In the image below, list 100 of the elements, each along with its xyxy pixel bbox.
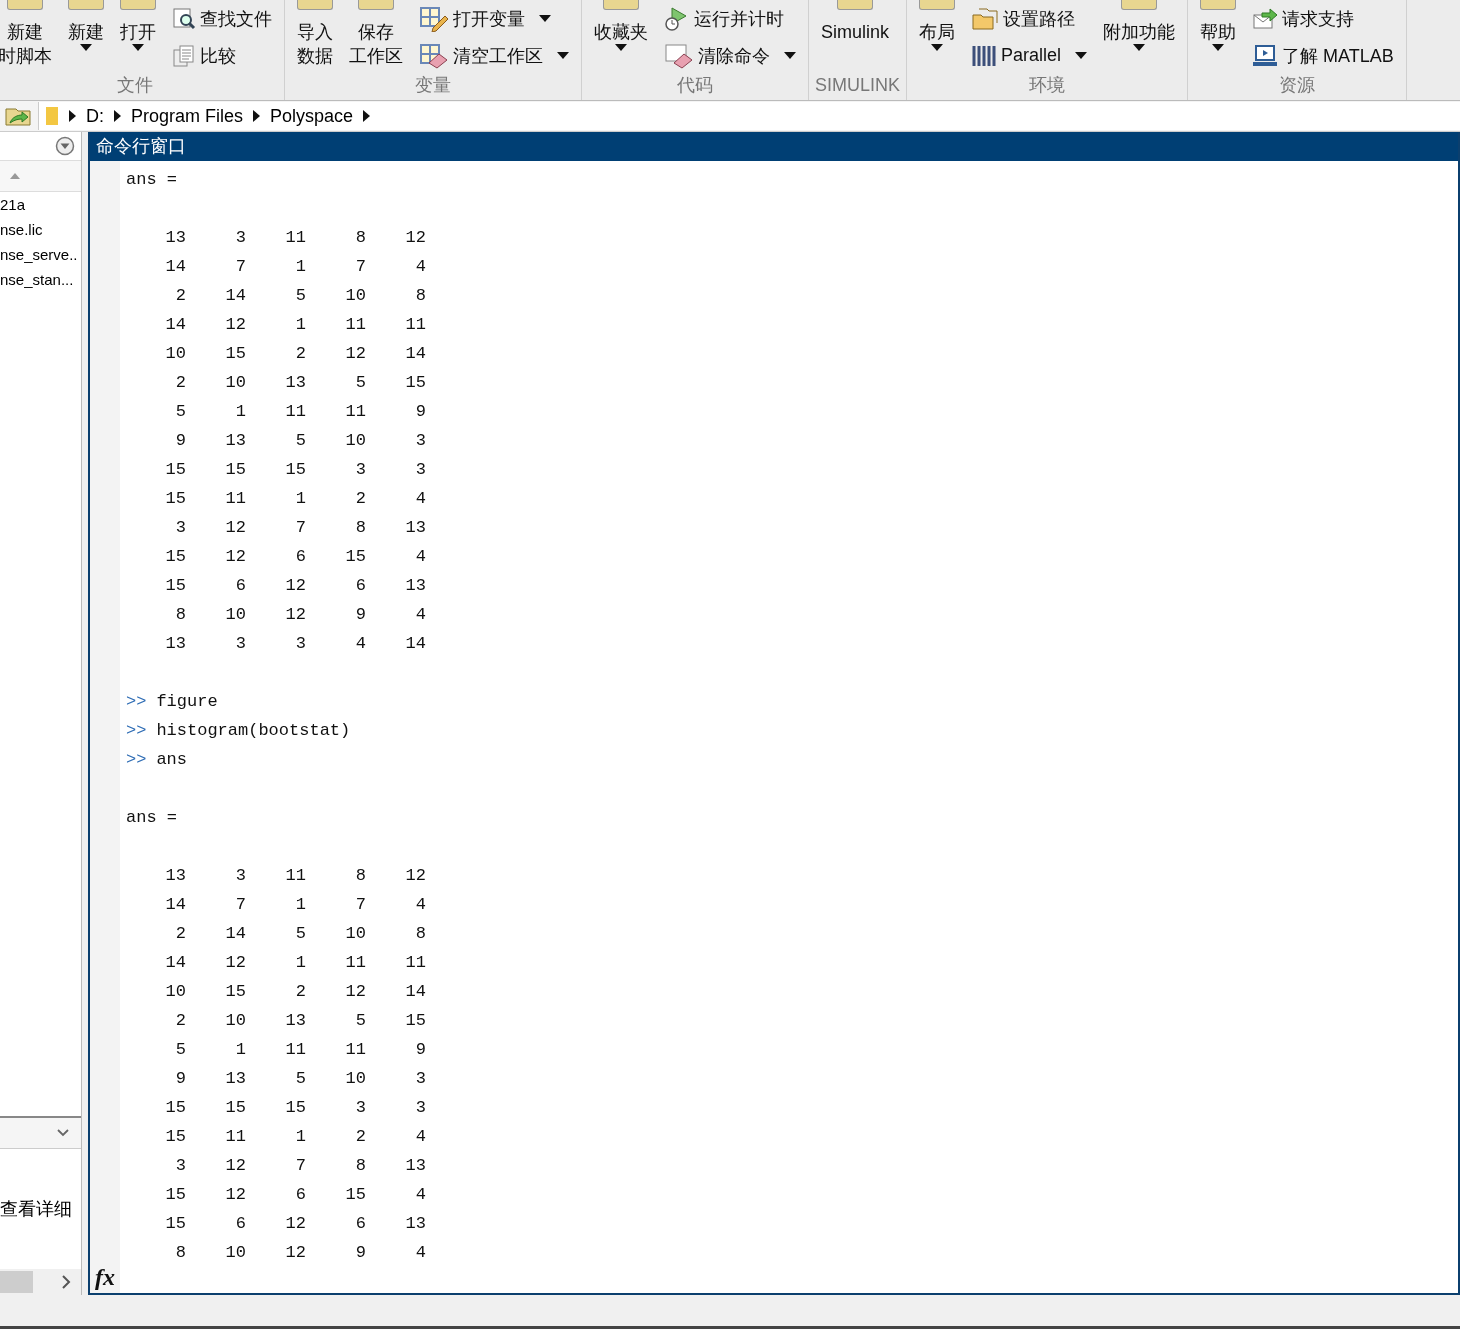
matrix-value: 15	[344, 546, 366, 568]
scrollbar-thumb[interactable]	[0, 1271, 33, 1293]
group-label: 文件	[116, 74, 154, 97]
matrix-value: 11	[284, 865, 306, 887]
matrix-value: 11	[344, 314, 366, 336]
toolbar-button[interactable]: 了解 MATLAB	[1248, 41, 1398, 70]
caret-icon	[1075, 51, 1088, 60]
matrix-value: 6	[294, 546, 306, 568]
toolbar-button[interactable]: 设置路径	[967, 4, 1092, 33]
matrix-value: 15	[224, 981, 246, 1003]
matrix-value: 11	[404, 952, 426, 974]
matrix-value: 12	[284, 575, 306, 597]
matrix-value: 4	[414, 488, 426, 510]
toolbar-button[interactable]: 导入 数据	[291, 0, 339, 74]
matrix-value: 5	[294, 1068, 306, 1090]
matrix-value: 13	[224, 430, 246, 452]
matrix-value: 15	[224, 1097, 246, 1119]
matrix-value: 10	[224, 1010, 246, 1032]
matrix-value: 9	[174, 430, 186, 452]
matrix-value: 10	[224, 372, 246, 394]
matrix-value: 15	[164, 575, 186, 597]
folder-icon	[45, 105, 59, 127]
matrix-value: 5	[294, 923, 306, 945]
toolbar-button[interactable]: 保存 工作区	[343, 0, 409, 74]
matrix-value: 3	[234, 865, 246, 887]
monitor-icon	[1252, 43, 1279, 68]
group-label: 代码	[676, 74, 714, 97]
group-label: 资源	[1277, 74, 1316, 97]
matrix-value: 1	[294, 894, 306, 916]
sort-arrow-icon[interactable]	[10, 173, 20, 179]
dropdown-circle-icon[interactable]	[55, 136, 75, 156]
caret-icon	[539, 14, 551, 23]
matrix-value: 14	[404, 981, 426, 1003]
matrix-value: 15	[164, 459, 186, 481]
matrix-value: 10	[224, 604, 246, 626]
file-name[interactable]: nse_serve..	[0, 242, 78, 267]
toolbar-button[interactable]: 附加功能	[1097, 0, 1182, 74]
eraser-icon	[664, 42, 694, 69]
toolbar-button[interactable]: 收藏夹	[588, 0, 654, 74]
toolbar-button[interactable]: 运行并计时	[660, 3, 800, 34]
toolbar-button[interactable]: 新建	[62, 0, 110, 74]
toolbar-button[interactable]: 布局	[913, 0, 962, 74]
matrix-value: 14	[164, 894, 186, 916]
matrix-value: 5	[174, 401, 186, 423]
toolbar-button[interactable]: 新建 时脚本	[0, 0, 58, 74]
matrix-value: 1	[294, 952, 306, 974]
matrix-value: 15	[224, 459, 246, 481]
matrix-value: 3	[414, 459, 426, 481]
matrix-value: 7	[234, 256, 246, 278]
matrix-value: 12	[224, 517, 246, 539]
grid-eraser-icon	[419, 42, 449, 69]
matrix-value: 13	[164, 633, 186, 655]
toolbar-button[interactable]: Parallel	[967, 41, 1092, 70]
matrix-value: 14	[164, 314, 186, 336]
matrix-value: 4	[414, 604, 426, 626]
matrix-value: 10	[344, 430, 366, 452]
caret-icon	[557, 51, 569, 60]
chevron-down-icon[interactable]	[57, 1129, 69, 1137]
toolbar-button[interactable]: 清空工作区	[415, 40, 573, 71]
matrix-value: 5	[294, 285, 306, 307]
path-segment[interactable]: Program Files	[131, 105, 244, 127]
matrix-value: 3	[354, 459, 366, 481]
toolbar-button[interactable]: 比较	[168, 41, 276, 70]
matrix-value: 9	[354, 604, 366, 626]
matrix-value: 2	[174, 1010, 186, 1032]
toolbar-button[interactable]: 打开	[114, 0, 162, 74]
toolbar-button[interactable]: 查找文件	[168, 4, 276, 33]
matrix-value: 6	[234, 1213, 246, 1235]
matrix-value: 15	[284, 459, 306, 481]
file-name[interactable]: nse.lic	[0, 217, 43, 242]
toolbar-button[interactable]: 请求支持	[1248, 4, 1398, 33]
matrix-value: 13	[164, 227, 186, 249]
toolbar-button[interactable]: 帮助	[1194, 0, 1243, 74]
function-button[interactable]: fx	[95, 1264, 115, 1291]
file-name[interactable]: 21a	[0, 192, 26, 217]
chevron-right-icon[interactable]	[61, 1275, 71, 1289]
matrix-value: 12	[224, 1155, 246, 1177]
matrix-value: 11	[284, 1039, 306, 1061]
toolbar-button[interactable]: 打开变量	[415, 3, 573, 34]
details-text: 查看详细	[0, 1198, 72, 1221]
matrix-value: 4	[414, 256, 426, 278]
toolbar-button[interactable]: Simulink	[815, 0, 896, 74]
caret-icon	[132, 44, 144, 52]
caret-icon	[931, 44, 944, 52]
search-icon	[172, 7, 196, 30]
matrix-value: 8	[174, 604, 186, 626]
matrix-value: 12	[344, 981, 366, 1003]
caret-icon	[80, 44, 92, 52]
file-name[interactable]: nse_stan...	[0, 267, 74, 292]
path-segment[interactable]: D:	[86, 105, 104, 127]
matrix-value: 12	[224, 1184, 246, 1206]
toolbar-button[interactable]: 清除命令	[660, 40, 800, 71]
matrix-value: 14	[404, 343, 426, 365]
path-segment[interactable]: Polyspace	[270, 105, 354, 127]
matrix-value: 4	[414, 546, 426, 568]
matrix-value: 1	[234, 1039, 246, 1061]
matrix-value: 12	[224, 952, 246, 974]
matrix-value: 8	[354, 517, 366, 539]
matrix-value: 3	[174, 1155, 186, 1177]
toolbar-icon	[603, 0, 639, 10]
